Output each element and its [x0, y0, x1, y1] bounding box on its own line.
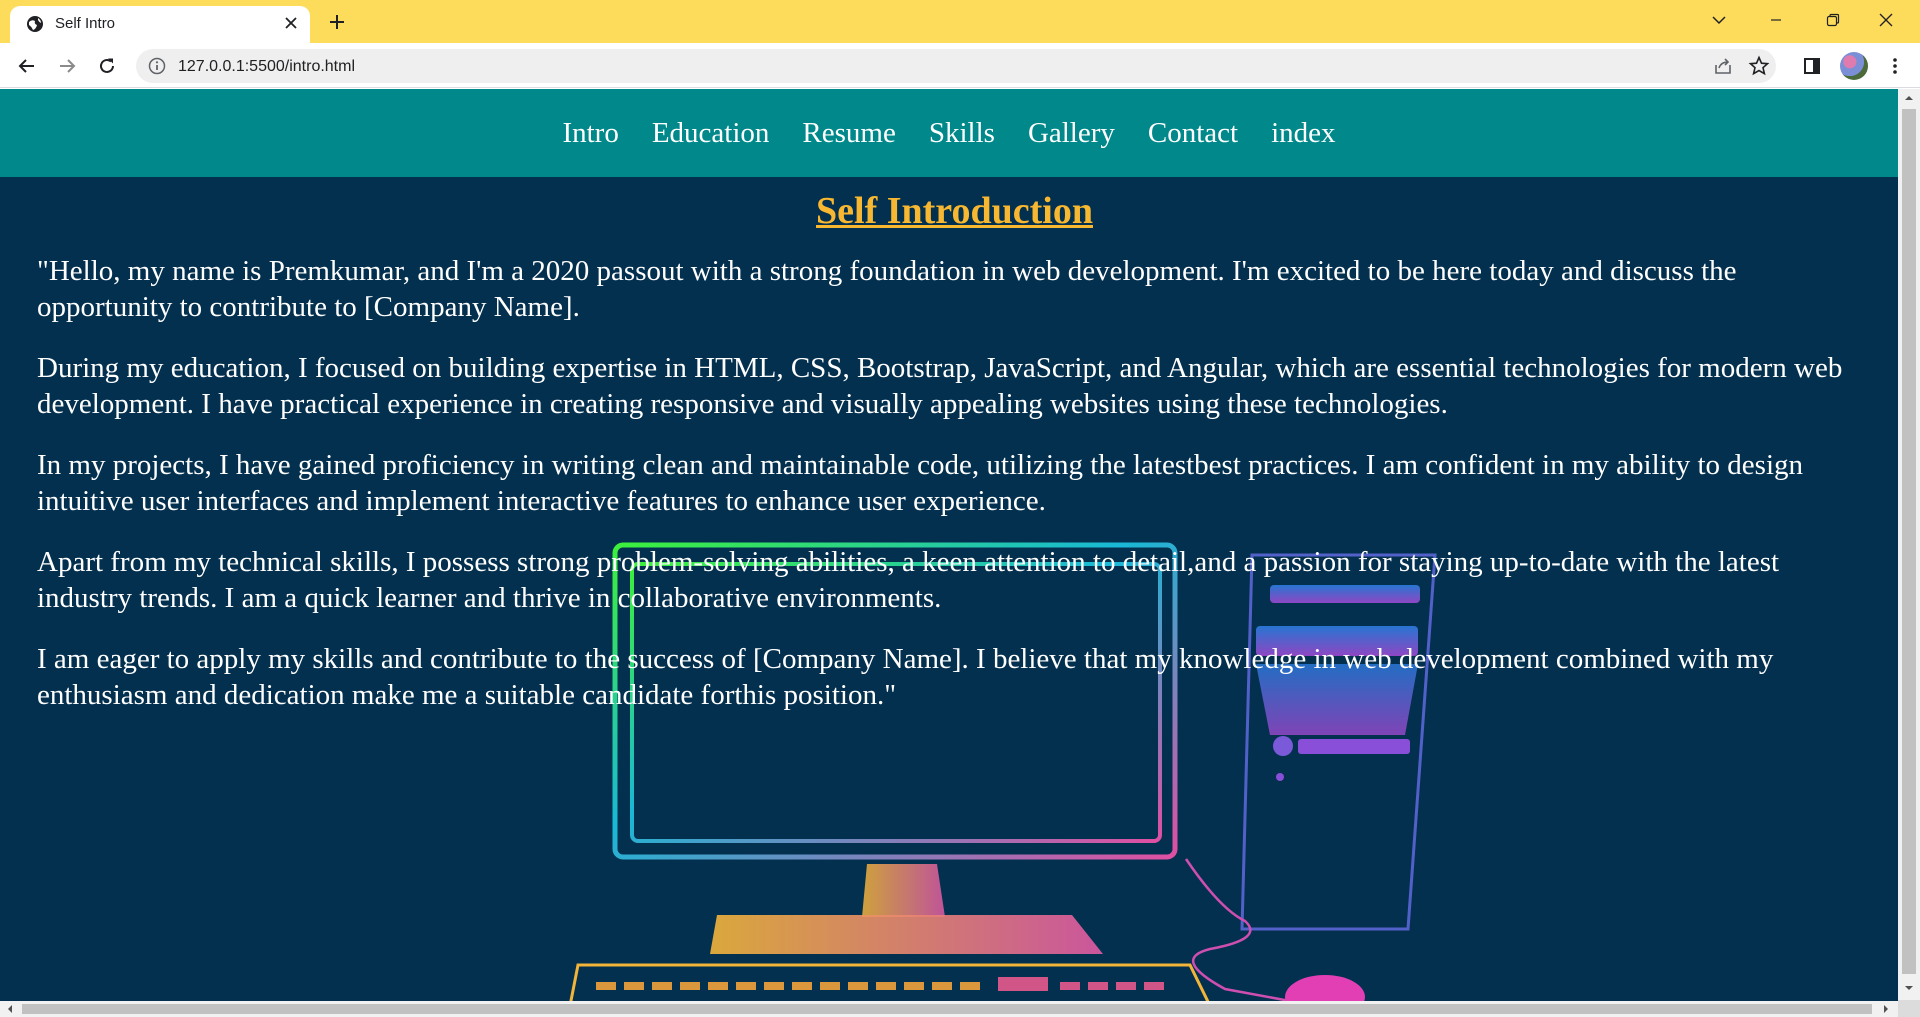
intro-content: Self Introduction "Hello, my name is Pre…: [37, 189, 1872, 738]
scroll-up-icon[interactable]: [1903, 92, 1915, 104]
close-icon: [285, 17, 297, 29]
chevron-down-icon: [1712, 16, 1726, 25]
vertical-scroll-thumb[interactable]: [1902, 109, 1916, 974]
scroll-down-icon[interactable]: [1903, 982, 1915, 994]
tab-strip: Self Intro: [0, 0, 1920, 43]
restore-button[interactable]: [1815, 4, 1851, 36]
share-icon[interactable]: [1712, 55, 1734, 77]
intro-paragraph: "Hello, my name is Premkumar, and I'm a …: [37, 255, 1737, 323]
restore-icon: [1826, 13, 1840, 27]
info-icon[interactable]: [148, 57, 166, 75]
forward-arrow-icon: [60, 59, 76, 73]
nav-link-skills[interactable]: Skills: [929, 117, 995, 150]
scroll-right-icon[interactable]: [1880, 1003, 1892, 1015]
tab-search-button[interactable]: [1701, 4, 1737, 36]
url-text[interactable]: 127.0.0.1:5500/intro.html: [178, 58, 355, 76]
back-arrow-icon: [18, 59, 34, 73]
skills-paragraph: Apart from my technical skills, I posses…: [37, 546, 1780, 614]
address-bar[interactable]: 127.0.0.1:5500/intro.html: [136, 49, 1776, 83]
nav-link-education[interactable]: Education: [652, 117, 770, 150]
page-viewport: Intro Education Resume Skills Gallery Co…: [0, 89, 1898, 1016]
scrollbar-corner: [1898, 1000, 1920, 1017]
kebab-menu-icon: [1893, 58, 1897, 74]
vertical-scrollbar[interactable]: [1898, 89, 1920, 1000]
nav-link-resume[interactable]: Resume: [802, 117, 895, 150]
horizontal-scroll-thumb[interactable]: [22, 1004, 1872, 1014]
site-navbar: Intro Education Resume Skills Gallery Co…: [0, 89, 1898, 177]
plus-icon: [330, 15, 344, 29]
side-panel-button[interactable]: [1798, 52, 1826, 80]
nav-link-contact[interactable]: Contact: [1148, 117, 1238, 150]
nav-link-intro[interactable]: Intro: [562, 117, 618, 150]
nav-link-gallery[interactable]: Gallery: [1028, 117, 1115, 150]
profile-avatar[interactable]: [1840, 52, 1868, 80]
globe-icon: [27, 16, 43, 32]
page-title: Self Introduction: [816, 190, 1093, 232]
new-tab-button[interactable]: [323, 8, 351, 36]
browser-tab[interactable]: Self Intro: [10, 6, 310, 43]
reload-icon: [100, 58, 114, 73]
tab-title: Self Intro: [55, 15, 116, 32]
minimize-icon: [1771, 19, 1781, 21]
reload-button[interactable]: [93, 52, 121, 80]
close-tab-button[interactable]: [280, 12, 302, 34]
nav-link-index[interactable]: index: [1271, 117, 1335, 150]
closing-paragraph: I am eager to apply my skills and contri…: [37, 643, 1774, 711]
minimize-button[interactable]: [1758, 4, 1794, 36]
back-button[interactable]: [13, 52, 41, 80]
window-close-icon: [1879, 13, 1893, 27]
projects-paragraph: In my projects, I have gained proficienc…: [37, 449, 1804, 517]
forward-button[interactable]: [53, 52, 81, 80]
browser-toolbar: 127.0.0.1:5500/intro.html: [0, 43, 1920, 88]
window-close-button[interactable]: [1868, 4, 1904, 36]
side-panel-icon: [1804, 58, 1820, 74]
horizontal-scrollbar[interactable]: [0, 1001, 1898, 1017]
star-icon[interactable]: [1748, 55, 1770, 77]
scroll-left-icon[interactable]: [4, 1003, 16, 1015]
education-paragraph: During my education, I focused on buildi…: [37, 352, 1843, 420]
browser-menu-button[interactable]: [1881, 52, 1909, 80]
